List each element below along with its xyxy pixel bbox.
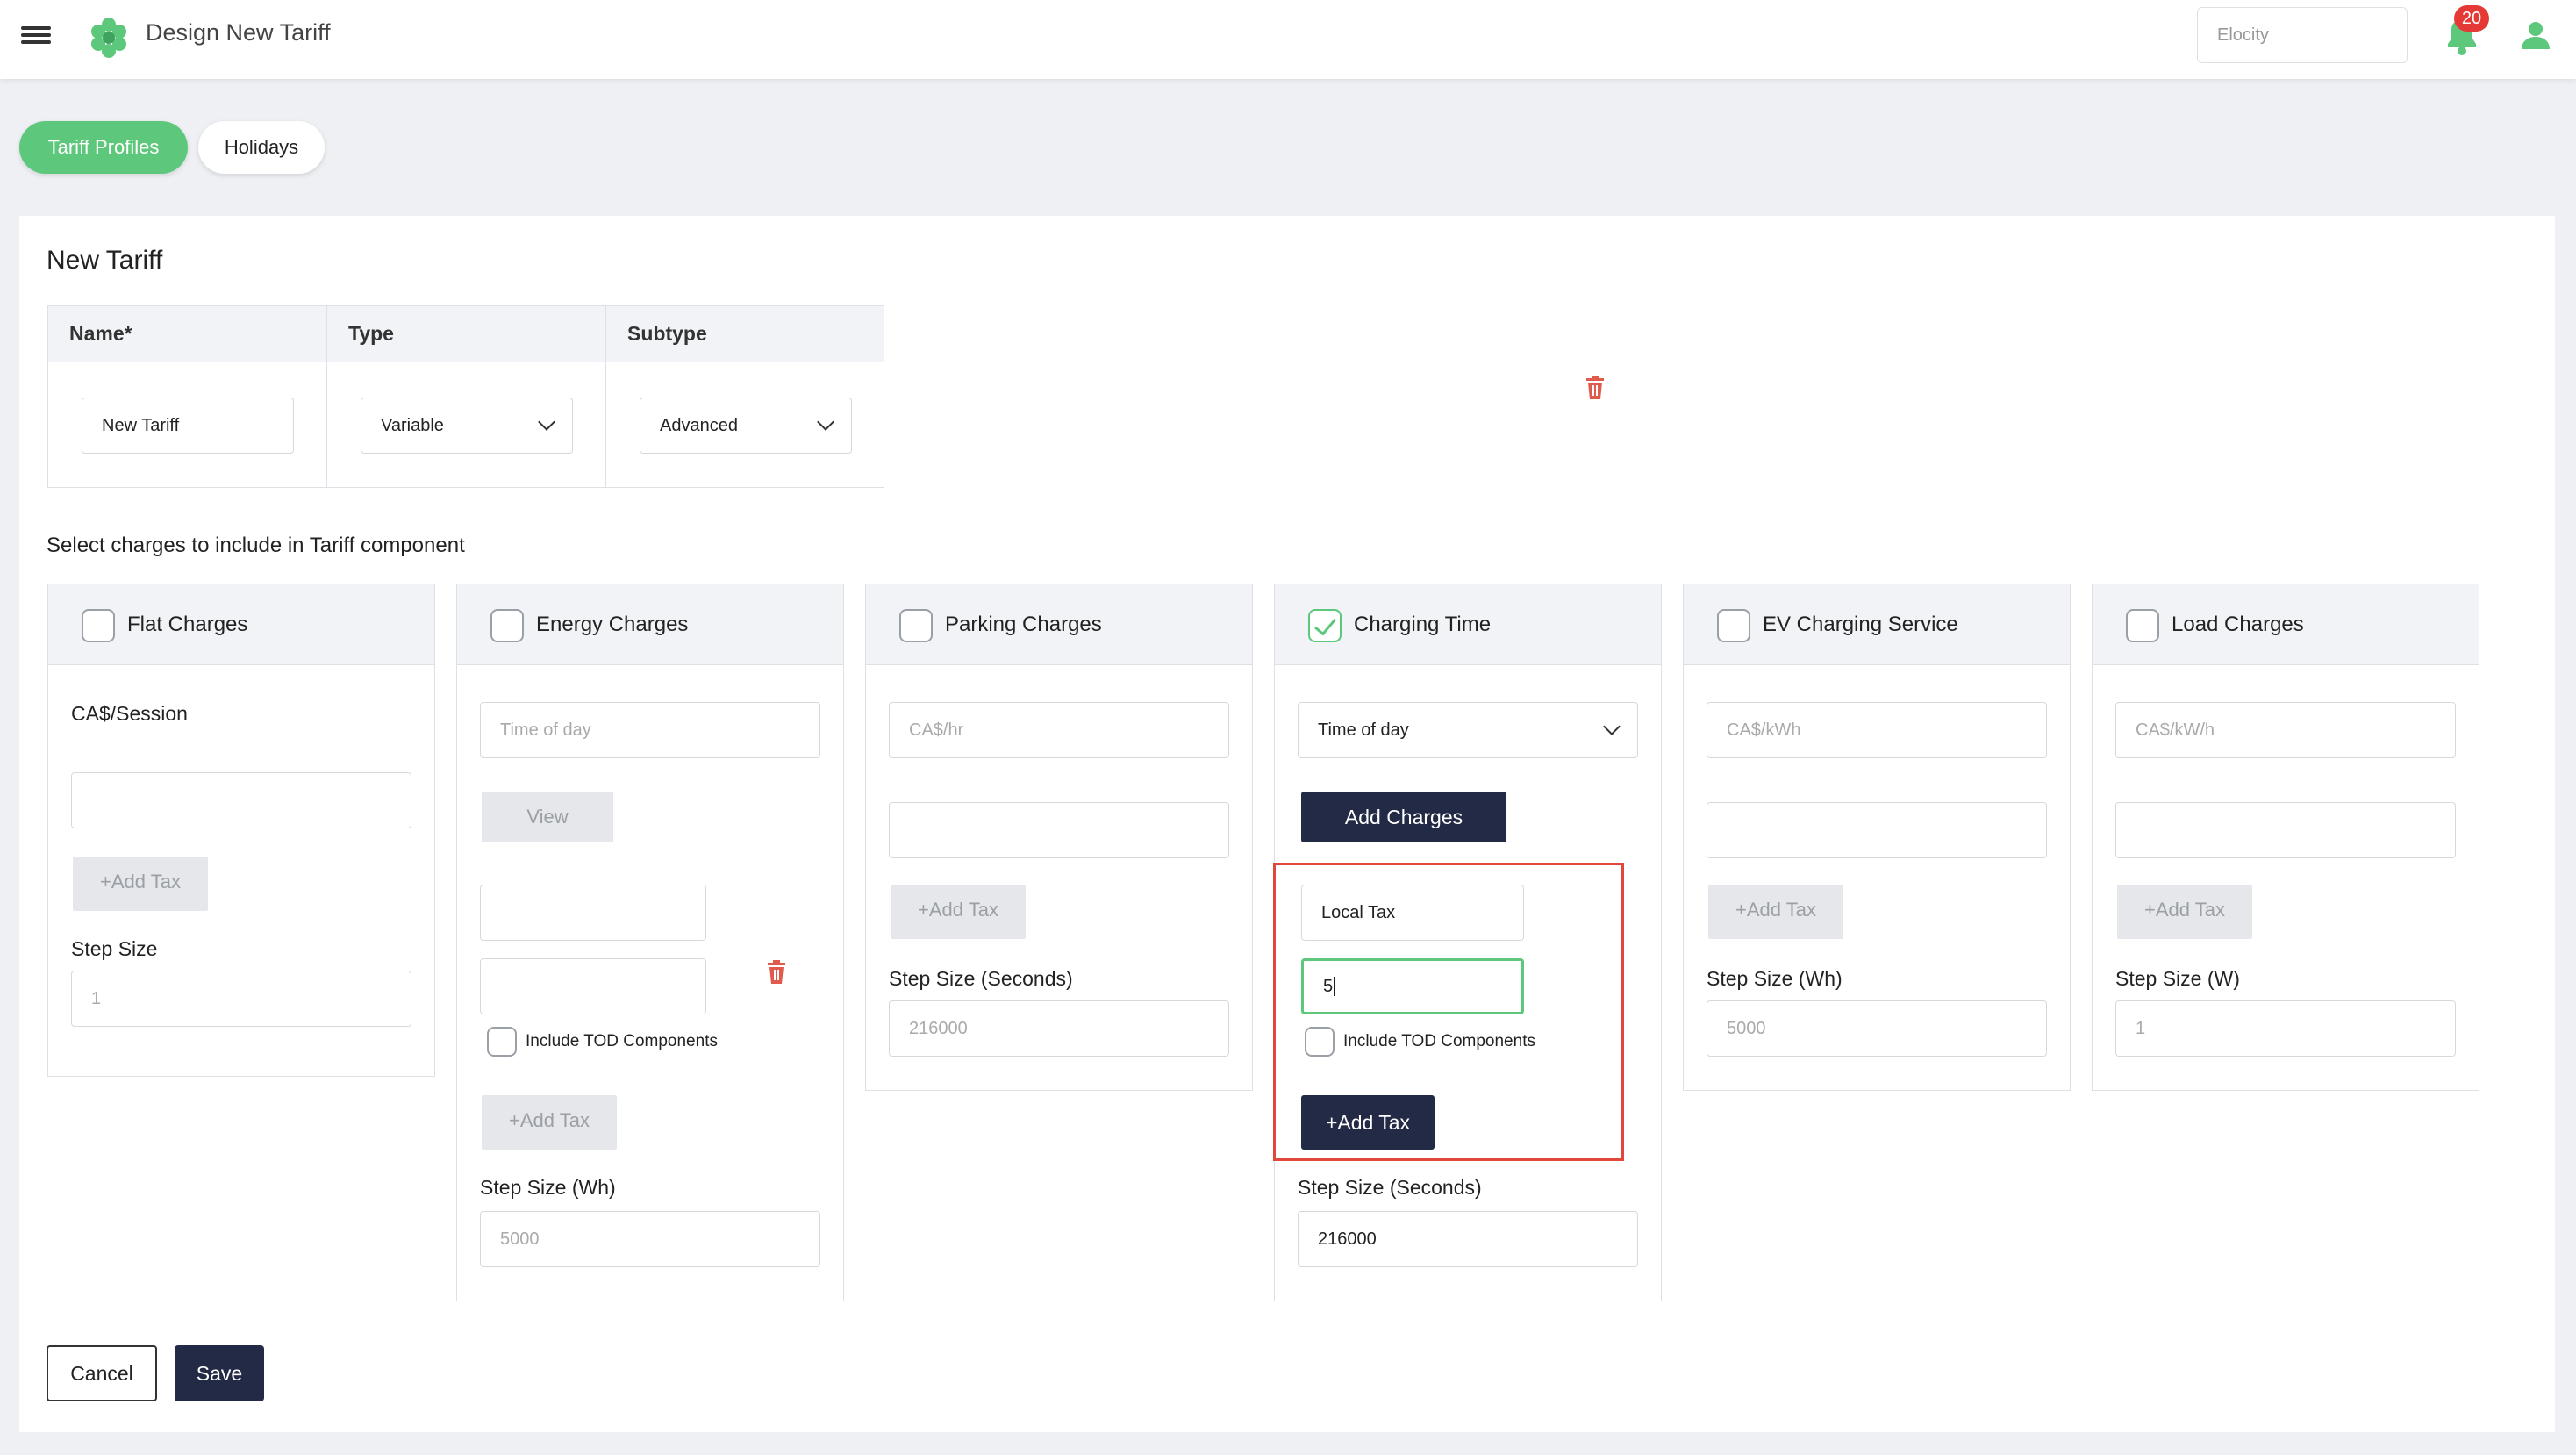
step-size-value: 1 (91, 988, 102, 1008)
panel-title: EV Charging Service (1763, 613, 1958, 636)
add-tax-button[interactable]: +Add Tax (891, 885, 1026, 939)
energy-charges-checkbox[interactable] (490, 609, 524, 642)
ev-amount-input[interactable] (1707, 802, 2047, 858)
tax-name-input[interactable] (480, 885, 706, 941)
name-label: Name* (69, 322, 132, 345)
unit-label: CA$/Session (71, 702, 188, 725)
panel-header: Energy Charges (457, 584, 843, 665)
subtype-label: Subtype (627, 322, 707, 345)
panel-header: Parking Charges (866, 584, 1252, 665)
subtype-value: Advanced (660, 415, 738, 435)
top-bar: Design New Tariff Elocity 20 (0, 0, 2576, 79)
name-column: Name* New Tariff (48, 306, 327, 487)
add-tax-button[interactable]: +Add Tax (482, 1095, 617, 1150)
step-size-value: 5000 (500, 1229, 540, 1249)
energy-charges-panel: Energy Charges Time of day View Include … (456, 584, 844, 1301)
logo-icon (91, 18, 126, 58)
energy-mode-select[interactable]: Time of day (480, 702, 820, 758)
type-column: Type Variable (327, 306, 606, 487)
name-value: New Tariff (102, 415, 180, 435)
menu-icon[interactable] (21, 23, 51, 49)
step-size-input[interactable]: 216000 (1298, 1211, 1638, 1267)
load-charges-panel: Load Charges CA$/kW/h +Add Tax Step Size… (2092, 584, 2479, 1091)
chevron-down-icon (538, 413, 555, 431)
add-tax-button[interactable]: +Add Tax (1708, 885, 1843, 939)
step-size-label: Step Size (W) (2115, 967, 2240, 990)
step-size-value: 216000 (1318, 1229, 1377, 1249)
parking-charges-panel: Parking Charges CA$/hr +Add Tax Step Siz… (865, 584, 1253, 1091)
add-tax-button[interactable]: +Add Tax (73, 857, 208, 911)
chevron-down-icon (817, 413, 834, 431)
panel-title: Load Charges (2172, 613, 2304, 636)
step-size-label: Step Size (Wh) (480, 1176, 616, 1199)
flat-charges-checkbox[interactable] (82, 609, 115, 642)
panel-title: Parking Charges (945, 613, 1102, 636)
tariff-info-table: Name* New Tariff Type Variable Subtype A… (47, 305, 884, 488)
type-label: Type (348, 322, 394, 345)
page-title: Design New Tariff (146, 19, 331, 46)
tab-tariff-profiles[interactable]: Tariff Profiles (19, 121, 188, 174)
step-size-value: 1 (2136, 1018, 2146, 1038)
mode-value: Time of day (1318, 720, 1409, 740)
panel-title: Flat Charges (127, 613, 248, 636)
parking-charges-checkbox[interactable] (899, 609, 933, 642)
mode-placeholder: Time of day (500, 720, 591, 740)
panel-header: Flat Charges (48, 584, 434, 665)
panel-header: Load Charges (2093, 584, 2479, 665)
ev-charging-service-panel: EV Charging Service CA$/kWh +Add Tax Ste… (1683, 584, 2071, 1091)
unit-placeholder: CA$/kWh (1727, 720, 1801, 740)
step-size-input[interactable]: 5000 (480, 1211, 820, 1267)
flat-charges-panel: Flat Charges CA$/Session +Add Tax Step S… (47, 584, 435, 1077)
panel-header: EV Charging Service (1684, 584, 2070, 665)
tax-value-input[interactable] (480, 958, 706, 1014)
load-charges-checkbox[interactable] (2126, 609, 2159, 642)
unit-placeholder: CA$/hr (909, 720, 964, 740)
highlight-box (1273, 863, 1624, 1161)
unit-placeholder: CA$/kW/h (2136, 720, 2215, 740)
step-size-label: Step Size (Seconds) (889, 967, 1073, 990)
parking-amount-input[interactable] (889, 802, 1229, 858)
parking-unit-input[interactable]: CA$/hr (889, 702, 1229, 758)
step-size-label: Step Size (Wh) (1707, 967, 1843, 990)
subtype-select[interactable]: Advanced (640, 398, 852, 454)
cancel-button[interactable]: Cancel (47, 1345, 157, 1401)
trash-icon[interactable] (1585, 376, 1606, 400)
trash-icon[interactable] (766, 960, 787, 985)
site-selector[interactable]: Elocity (2197, 7, 2408, 63)
step-size-value: 5000 (1727, 1018, 1766, 1038)
form-heading: New Tariff (47, 246, 163, 275)
charging-mode-select[interactable]: Time of day (1298, 702, 1638, 758)
charging-time-checkbox[interactable] (1308, 609, 1342, 642)
panel-title: Charging Time (1354, 613, 1492, 636)
flat-amount-input[interactable] (71, 772, 411, 828)
save-button[interactable]: Save (175, 1345, 264, 1401)
type-select[interactable]: Variable (361, 398, 573, 454)
tab-holidays[interactable]: Holidays (198, 121, 325, 174)
step-size-label: Step Size (71, 937, 158, 960)
step-size-label: Step Size (Seconds) (1298, 1176, 1482, 1199)
notification-badge: 20 (2454, 5, 2489, 32)
add-tax-button[interactable]: +Add Tax (2117, 885, 2252, 939)
user-icon[interactable] (2520, 19, 2551, 51)
view-button[interactable]: View (482, 792, 613, 842)
step-size-input[interactable]: 5000 (1707, 1000, 2047, 1057)
step-size-input[interactable]: 216000 (889, 1000, 1229, 1057)
subtype-column: Subtype Advanced (606, 306, 884, 487)
tod-checkbox[interactable] (487, 1027, 517, 1057)
ev-unit-input[interactable]: CA$/kWh (1707, 702, 2047, 758)
load-amount-input[interactable] (2115, 802, 2456, 858)
step-size-value: 216000 (909, 1018, 968, 1038)
add-charges-button[interactable]: Add Charges (1301, 792, 1506, 842)
name-input[interactable]: New Tariff (82, 398, 294, 454)
tod-label: Include TOD Components (526, 1032, 718, 1050)
panel-header: Charging Time (1275, 584, 1661, 665)
load-unit-input[interactable]: CA$/kW/h (2115, 702, 2456, 758)
type-value: Variable (381, 415, 444, 435)
panel-title: Energy Charges (536, 613, 689, 636)
ev-charging-service-checkbox[interactable] (1717, 609, 1750, 642)
charges-prompt: Select charges to include in Tariff comp… (47, 534, 465, 557)
chevron-down-icon (1603, 718, 1621, 735)
step-size-input[interactable]: 1 (71, 971, 411, 1027)
step-size-input[interactable]: 1 (2115, 1000, 2456, 1057)
